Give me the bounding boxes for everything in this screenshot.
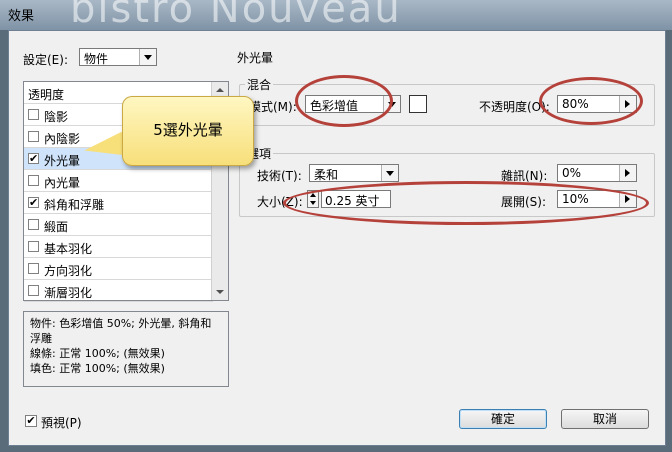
background-text: bistro Nouveau xyxy=(70,0,402,32)
checkbox-inner-glow[interactable] xyxy=(28,175,39,186)
checkbox-drop-shadow[interactable] xyxy=(28,109,39,120)
list-item-label: 緞面 xyxy=(44,220,69,234)
list-item-label: 外光暈 xyxy=(44,154,81,168)
technique-value: 柔和 xyxy=(314,168,339,182)
checkbox-directional-feather[interactable] xyxy=(28,263,39,274)
list-item-label: 透明度 xyxy=(28,88,65,102)
checkbox-outer-glow[interactable]: ✔ xyxy=(28,153,39,164)
scroll-down-icon[interactable] xyxy=(216,290,224,294)
chevron-down-icon[interactable] xyxy=(381,165,398,181)
checkbox-satin[interactable] xyxy=(28,219,39,230)
checkbox-bevel-emboss[interactable]: ✔ xyxy=(28,197,39,208)
technique-label: 技術(T): xyxy=(257,169,302,183)
callout-text: 5選外光暈 xyxy=(153,121,223,139)
window-title: 效果 xyxy=(8,9,35,24)
blending-group-label: 混合 xyxy=(245,76,274,93)
ok-button[interactable]: 確定 xyxy=(459,409,547,429)
list-item-label: 斜角和浮雕 xyxy=(44,198,105,212)
technique-dropdown[interactable]: 柔和 xyxy=(309,164,399,182)
effects-summary: 物件: 色彩增值 50%; 外光暈, 斜角和 浮雕 線條: 正常 100%; (… xyxy=(23,311,229,387)
scroll-up-icon[interactable] xyxy=(216,88,224,92)
list-item-basic-feather[interactable]: 基本羽化 xyxy=(24,236,213,258)
list-item-label: 漸層羽化 xyxy=(44,286,93,300)
chevron-down-icon[interactable] xyxy=(139,49,156,65)
glow-color-swatch[interactable] xyxy=(409,95,427,113)
settings-value: 物件 xyxy=(84,52,109,66)
summary-line: 填色: 正常 100%; (無效果) xyxy=(30,362,165,375)
tutorial-callout: 5選外光暈 xyxy=(122,96,254,166)
preview-label: 預視(P) xyxy=(41,416,82,430)
noise-value: 0% xyxy=(562,166,582,180)
list-item-label: 基本羽化 xyxy=(44,242,93,256)
list-item-inner-glow[interactable]: 內光暈 xyxy=(24,170,213,192)
panel-title: 外光暈 xyxy=(237,51,274,65)
title-bar: bistro Nouveau 效果 xyxy=(0,0,672,32)
settings-dropdown[interactable]: 物件 xyxy=(79,48,157,66)
list-item-label: 陰影 xyxy=(44,110,69,124)
settings-label: 設定(E): xyxy=(23,53,68,67)
list-item-label: 內陰影 xyxy=(44,132,81,146)
highlight-ring-blend-mode xyxy=(295,75,393,127)
list-item-satin[interactable]: 緞面 xyxy=(24,214,213,236)
list-item-gradient-feather[interactable]: 漸層羽化 xyxy=(24,280,213,302)
list-item-label: 方向羽化 xyxy=(44,264,93,278)
list-item-directional-feather[interactable]: 方向羽化 xyxy=(24,258,213,280)
noise-field[interactable]: 0% xyxy=(557,164,637,182)
highlight-ring-opacity xyxy=(539,77,643,125)
highlight-ring-size-spread xyxy=(283,181,649,225)
blend-mode-label: 模式(M): xyxy=(249,100,297,114)
summary-line: 物件: 色彩增值 50%; 外光暈, 斜角和 xyxy=(30,317,212,330)
list-item-label: 內光暈 xyxy=(44,176,81,190)
preview-checkbox[interactable]: ✔ xyxy=(25,415,37,427)
checkbox-gradient-feather[interactable] xyxy=(28,285,39,296)
checkbox-inner-shadow[interactable] xyxy=(28,131,39,142)
checkbox-basic-feather[interactable] xyxy=(28,241,39,252)
cancel-button[interactable]: 取消 xyxy=(561,409,649,429)
chevron-right-icon[interactable] xyxy=(619,165,636,181)
list-item-bevel-emboss[interactable]: ✔ 斜角和浮雕 xyxy=(24,192,213,214)
effects-dialog: 設定(E): 物件 透明度 陰影 內陰影 ✔ 外光暈 內光暈 ✔ 斜角和浮雕 緞… xyxy=(8,30,666,446)
summary-line: 浮雕 xyxy=(30,332,52,345)
summary-line: 線條: 正常 100%; (無效果) xyxy=(30,347,165,360)
